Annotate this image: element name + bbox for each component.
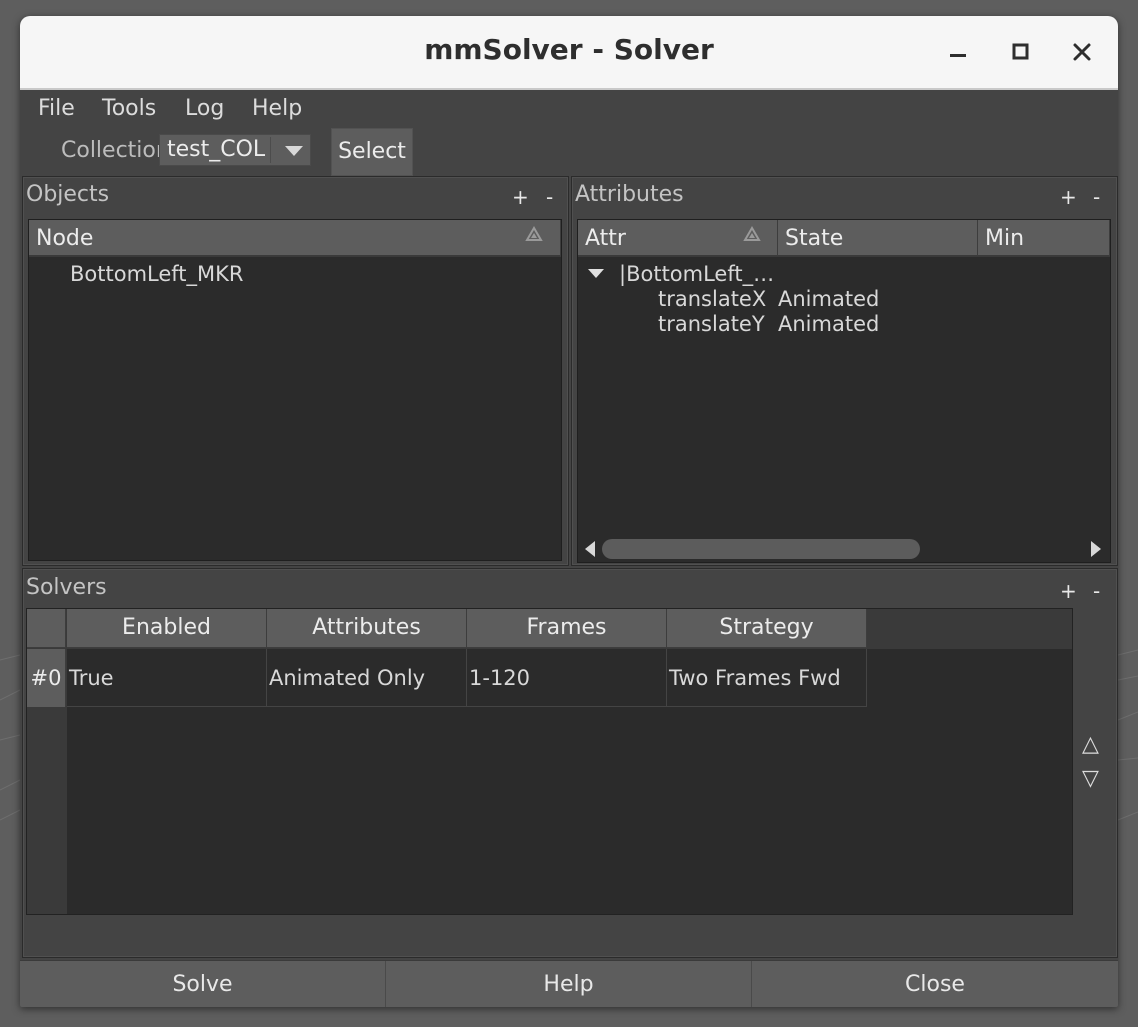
collection-value: test_COL xyxy=(167,137,266,162)
min-column-header[interactable]: Min xyxy=(978,220,1110,257)
table-corner xyxy=(27,609,66,648)
menu-tools[interactable]: Tools xyxy=(102,96,156,121)
bottom-button-bar: Solve Help Close xyxy=(20,960,1118,1007)
close-button[interactable]: Close xyxy=(752,961,1118,1007)
move-solver-down-button[interactable]: ▽ xyxy=(1082,766,1099,791)
frames-column-header[interactable]: Frames xyxy=(467,609,667,648)
remove-solver-button[interactable]: - xyxy=(1093,579,1100,603)
select-collection-button[interactable]: Select xyxy=(331,128,413,176)
solver-attributes-cell[interactable]: Animated Only xyxy=(267,649,467,707)
add-object-button[interactable]: + xyxy=(512,185,529,209)
attr-column-header[interactable]: Attr xyxy=(578,220,778,257)
attribute-name[interactable]: translateY xyxy=(658,312,765,336)
solver-strategy-cell[interactable]: Two Frames Fwd xyxy=(667,649,867,707)
move-solver-up-button[interactable]: △ xyxy=(1082,732,1099,757)
remove-object-button[interactable]: - xyxy=(546,185,553,209)
close-icon xyxy=(1073,43,1091,61)
attributes-title: Attributes xyxy=(575,182,684,207)
strategy-column-header[interactable]: Strategy xyxy=(667,609,867,648)
attribute-name[interactable]: translateX xyxy=(658,287,766,311)
object-row[interactable]: BottomLeft_MKR xyxy=(70,262,244,286)
attributes-tree[interactable]: Attr State Min |BottomLeft_… translateX … xyxy=(577,219,1111,563)
minimize-icon xyxy=(950,54,966,57)
menu-bar: File Tools Log Help xyxy=(20,90,1118,128)
solver-enabled-cell[interactable]: True xyxy=(67,649,267,707)
solvers-table[interactable]: Enabled Attributes Frames Strategy #0 Tr… xyxy=(26,608,1073,915)
add-solver-button[interactable]: + xyxy=(1060,579,1077,603)
attribute-state: Animated xyxy=(778,287,880,311)
attributes-column-header[interactable]: Attributes xyxy=(267,609,467,648)
help-button[interactable]: Help xyxy=(386,961,752,1007)
node-header-label: Node xyxy=(36,226,94,251)
attribute-state: Animated xyxy=(778,312,880,336)
scroll-right-icon[interactable] xyxy=(1090,541,1102,557)
remove-attribute-button[interactable]: - xyxy=(1093,185,1100,209)
title-bar: mmSolver - Solver xyxy=(20,16,1118,90)
add-attribute-button[interactable]: + xyxy=(1060,185,1077,209)
minimize-button[interactable] xyxy=(942,36,974,68)
node-column-header[interactable]: Node xyxy=(29,220,561,257)
enabled-column-header[interactable]: Enabled xyxy=(67,609,267,648)
solvers-title: Solvers xyxy=(26,575,107,600)
attributes-horizontal-scrollbar[interactable] xyxy=(578,534,1110,562)
sort-ascending-icon xyxy=(525,226,543,241)
objects-tree[interactable]: Node BottomLeft_MKR xyxy=(28,219,562,561)
maximize-button[interactable] xyxy=(1004,36,1036,68)
state-column-header[interactable]: State xyxy=(778,220,978,257)
row-header[interactable]: #0 xyxy=(27,649,66,707)
menu-file[interactable]: File xyxy=(38,96,75,121)
solve-button[interactable]: Solve xyxy=(20,961,386,1007)
collection-label: Collection xyxy=(61,138,170,163)
attributes-panel: Attributes + - Attr State Min |BottomLef… xyxy=(571,176,1118,566)
attr-header-label: Attr xyxy=(585,226,626,251)
collection-dropdown[interactable]: test_COL xyxy=(159,134,311,166)
solver-window: mmSolver - Solver File Tools Log Help Co… xyxy=(20,16,1118,1007)
dropdown-separator xyxy=(270,137,271,163)
chevron-down-icon xyxy=(285,146,303,156)
scroll-left-icon[interactable] xyxy=(584,541,596,557)
expand-arrow-icon[interactable] xyxy=(588,269,604,279)
close-window-button[interactable] xyxy=(1066,36,1098,68)
objects-panel: Objects + - Node BottomLeft_MKR xyxy=(22,176,569,566)
attribute-parent-node[interactable]: |BottomLeft_… xyxy=(619,262,774,286)
scrollbar-thumb[interactable] xyxy=(602,539,920,559)
solvers-table-body: True Animated Only 1-120 Two Frames Fwd xyxy=(67,649,1072,914)
menu-log[interactable]: Log xyxy=(185,96,224,121)
maximize-icon xyxy=(1012,43,1029,60)
menu-help[interactable]: Help xyxy=(252,96,302,121)
objects-title: Objects xyxy=(26,182,110,207)
solver-frames-cell[interactable]: 1-120 xyxy=(467,649,667,707)
sort-ascending-icon xyxy=(743,226,761,241)
